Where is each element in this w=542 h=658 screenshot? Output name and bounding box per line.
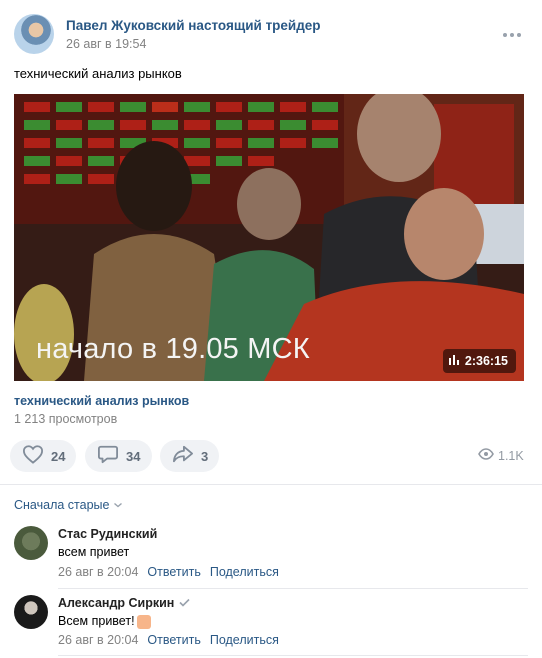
comments-sort-label: Сначала старые: [14, 498, 110, 512]
video-bars-icon: [448, 354, 459, 368]
video-duration-text: 2:36:15: [464, 354, 508, 368]
post-author-name[interactable]: Павел Жуковский настоящий трейдер: [66, 18, 321, 33]
comment-divider: [58, 588, 528, 589]
post-views: 1.1K: [478, 448, 524, 463]
author-avatar[interactable]: [14, 14, 54, 54]
comment-meta: 26 авг в 20:04 Ответить Поделиться: [58, 633, 279, 647]
video-views: 1 213 просмотров: [14, 412, 118, 426]
post-views-count: 1.1K: [498, 448, 524, 463]
more-dots-icon[interactable]: [500, 23, 524, 47]
video-duration: 2:36:15: [442, 349, 516, 373]
share-button[interactable]: 3: [160, 440, 219, 472]
comment-count: 34: [126, 448, 141, 464]
checkmark-icon: [179, 596, 190, 610]
comments-sort-dropdown[interactable]: Сначала старые: [14, 498, 123, 512]
comment-meta: 26 авг в 20:04 Ответить Поделиться: [58, 565, 279, 579]
wall-post: Павел Жуковский настоящий трейдер 26 авг…: [0, 0, 542, 658]
video-title[interactable]: технический анализ рынков: [14, 394, 189, 408]
comment-text: Всем привет!: [58, 614, 151, 629]
raised-hand-emoji-icon: [136, 615, 151, 629]
video-player[interactable]: начало в 19.05 МСК 2:36:15: [14, 94, 524, 381]
comment-date[interactable]: 26 авг в 20:04: [58, 565, 138, 579]
comment-author[interactable]: Александр Сиркин: [58, 596, 190, 610]
comment-divider: [58, 655, 528, 656]
comment-text-content: Всем привет!: [58, 614, 135, 628]
reply-link[interactable]: Ответить: [147, 565, 200, 579]
post-text: технический анализ рынков: [14, 66, 182, 81]
divider: [0, 484, 542, 485]
reply-link[interactable]: Ответить: [147, 633, 200, 647]
share-arrow-icon: [172, 444, 194, 469]
chevron-down-icon: [113, 498, 123, 512]
share-count: 3: [201, 448, 209, 464]
comment-bubble-icon: [97, 444, 119, 469]
comment-avatar[interactable]: [14, 526, 48, 560]
video-caption: начало в 19.05 МСК: [36, 333, 310, 365]
eye-icon: [478, 448, 494, 463]
like-count: 24: [51, 448, 66, 464]
comment-text-content: всем привет: [58, 545, 130, 559]
comment-author-name[interactable]: Александр Сиркин: [58, 596, 174, 610]
share-link[interactable]: Поделиться: [210, 565, 279, 579]
post-date[interactable]: 26 авг в 19:54: [66, 37, 146, 51]
comment-text: всем привет: [58, 545, 129, 559]
like-button[interactable]: 24: [10, 440, 76, 472]
comment-date[interactable]: 26 авг в 20:04: [58, 633, 138, 647]
comment-author-name[interactable]: Стас Рудинский: [58, 527, 157, 541]
heart-icon: [22, 444, 44, 469]
comment-avatar[interactable]: [14, 595, 48, 629]
comment-button[interactable]: 34: [85, 440, 152, 472]
share-link[interactable]: Поделиться: [210, 633, 279, 647]
comment-author[interactable]: Стас Рудинский: [58, 527, 157, 541]
